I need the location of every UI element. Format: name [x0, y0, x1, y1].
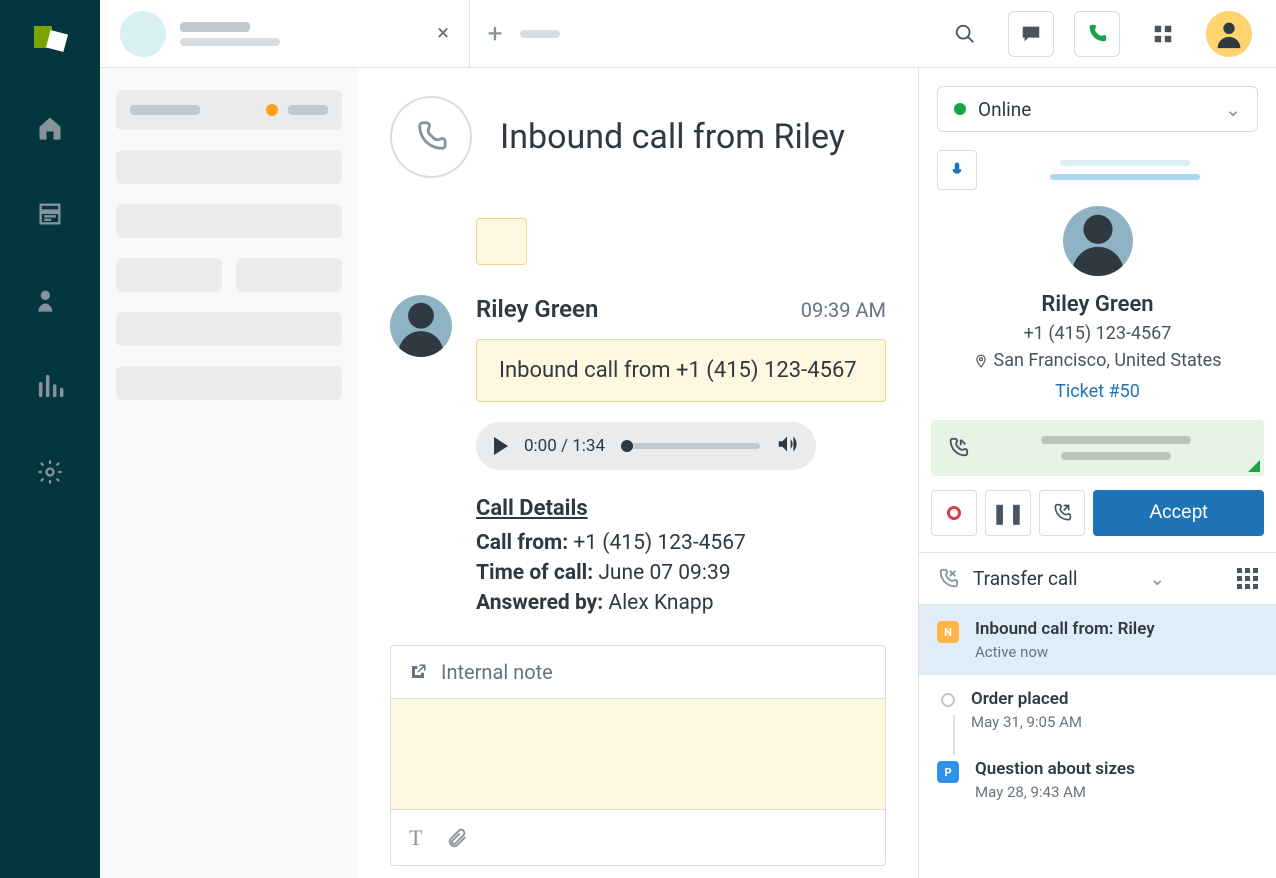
- play-icon[interactable]: [494, 437, 508, 455]
- talk-channel-button[interactable]: [1074, 11, 1120, 57]
- status-dot-icon: [954, 103, 966, 115]
- timeline-dot-icon: [941, 693, 955, 707]
- phone-icon: [390, 96, 472, 178]
- status-badge-pending: P: [937, 761, 959, 783]
- nav-home[interactable]: [32, 110, 68, 146]
- accept-call-button[interactable]: Accept: [1093, 490, 1264, 536]
- attachment-icon[interactable]: [446, 827, 468, 849]
- interaction-timeline: N Inbound call from: RileyActive now Ord…: [919, 604, 1276, 878]
- sender-avatar: [390, 295, 452, 357]
- brand-logo: [30, 20, 70, 60]
- message-time: 09:39 AM: [801, 298, 886, 322]
- tab-avatar: [120, 11, 166, 57]
- tab-sub-placeholder: [180, 38, 280, 46]
- ticket-link[interactable]: Ticket #50: [937, 381, 1258, 402]
- list-item[interactable]: [116, 204, 342, 238]
- nav-views[interactable]: [32, 196, 68, 232]
- caller-location: San Francisco, United States: [937, 350, 1258, 371]
- audio-time: 0:00 / 1:34: [524, 436, 605, 456]
- composer-tab-internal-note[interactable]: Internal note: [391, 646, 885, 699]
- caller-name: Riley Green: [937, 292, 1258, 317]
- new-tab-button[interactable]: +: [470, 19, 520, 49]
- composer-textarea[interactable]: [391, 699, 885, 809]
- caller-avatar: [1063, 206, 1133, 276]
- nav-rail: [0, 0, 100, 878]
- location-icon: [974, 354, 988, 368]
- note-icon: [409, 663, 427, 681]
- hold-button[interactable]: ❚❚: [985, 490, 1031, 536]
- timeline-item[interactable]: Order placedMay 31, 9:05 AM: [919, 675, 1276, 745]
- call-panel: Online ⌄ Riley Green +1 (415) 123-4567 S…: [918, 68, 1276, 878]
- resize-handle-icon[interactable]: [1248, 460, 1260, 472]
- list-item[interactable]: [116, 150, 342, 184]
- caller-phone: +1 (415) 123-4567: [937, 323, 1258, 344]
- forward-button[interactable]: [1039, 490, 1085, 536]
- incoming-call-icon: [947, 437, 969, 459]
- chat-channel-button[interactable]: [1008, 11, 1054, 57]
- nav-customers[interactable]: [32, 282, 68, 318]
- transfer-icon: [937, 568, 959, 590]
- call-details-heading: Call Details: [476, 496, 886, 521]
- tab-hint-placeholder: [520, 30, 560, 38]
- conversation-pane: Inbound call from Riley Riley Green 09:3…: [358, 68, 918, 878]
- incoming-call-card: [931, 420, 1264, 476]
- agent-status-select[interactable]: Online ⌄: [937, 86, 1258, 132]
- chevron-down-icon: ⌄: [1149, 567, 1165, 590]
- reply-composer: Internal note T: [390, 645, 886, 866]
- current-user-avatar[interactable]: [1206, 11, 1252, 57]
- answered-by-row: Answered by: Alex Knapp: [476, 591, 886, 615]
- topbar: × +: [100, 0, 1276, 68]
- chevron-down-icon: ⌄: [1225, 98, 1241, 121]
- nav-admin[interactable]: [32, 454, 68, 490]
- call-from-row: Call from: +1 (415) 123-4567: [476, 531, 886, 555]
- timeline-item[interactable]: N Inbound call from: RileyActive now: [919, 605, 1276, 675]
- sender-name: Riley Green: [476, 295, 598, 323]
- audio-scrubber[interactable]: [621, 443, 760, 449]
- timeline-item[interactable]: P Question about sizesMay 28, 9:43 AM: [919, 745, 1276, 815]
- dialpad-icon[interactable]: [1237, 568, 1258, 589]
- nav-reports[interactable]: [32, 368, 68, 404]
- call-time-row: Time of call: June 07 09:39: [476, 561, 886, 585]
- text-format-icon[interactable]: T: [409, 825, 422, 851]
- status-dot-icon: [266, 104, 278, 116]
- ticket-list-column: [100, 68, 358, 878]
- mic-button[interactable]: [937, 150, 977, 190]
- ticket-pill-active[interactable]: [116, 90, 342, 130]
- transfer-call-select[interactable]: Transfer call ⌄: [919, 552, 1276, 604]
- apps-button[interactable]: [1140, 11, 1186, 57]
- conversation-title: Inbound call from Riley: [500, 117, 845, 157]
- active-tab[interactable]: ×: [100, 0, 470, 67]
- status-badge-new: N: [937, 621, 959, 643]
- volume-icon[interactable]: [776, 433, 798, 459]
- audio-player[interactable]: 0:00 / 1:34: [476, 422, 816, 470]
- tab-close-icon[interactable]: ×: [437, 21, 449, 46]
- call-info-card: Inbound call from +1 (415) 123-4567: [476, 339, 886, 402]
- search-button[interactable]: [942, 11, 988, 57]
- list-item[interactable]: [116, 312, 342, 346]
- record-button[interactable]: [931, 490, 977, 536]
- prior-call-card: [476, 218, 527, 265]
- tab-title-placeholder: [180, 22, 250, 32]
- mic-level-bars: [991, 160, 1258, 180]
- list-item[interactable]: [116, 366, 342, 400]
